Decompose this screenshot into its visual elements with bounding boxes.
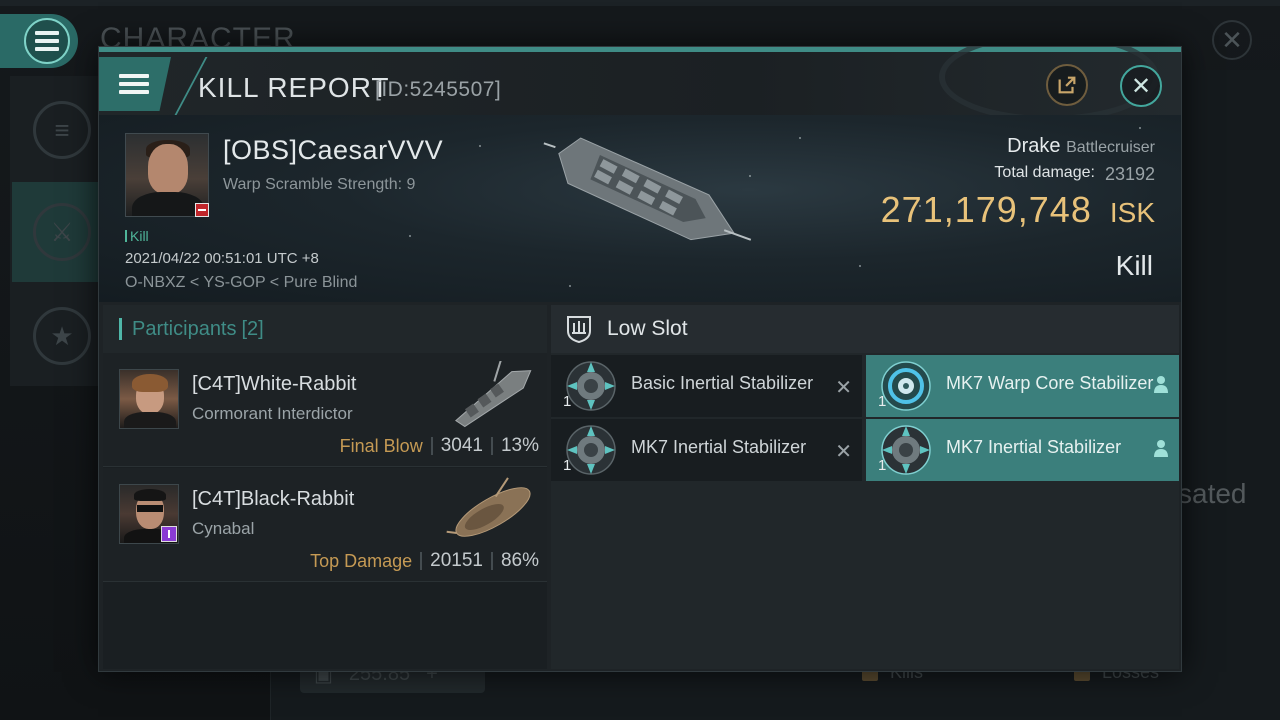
isk-unit: ISK bbox=[1109, 197, 1155, 228]
kill-report-window: KILL REPORT [ID:5245507] ✕ [OBS]CaesarVV… bbox=[98, 46, 1182, 672]
close-button[interactable]: ✕ bbox=[1120, 65, 1162, 107]
menu-icon bbox=[24, 18, 70, 64]
participant-ship: Cynabal bbox=[192, 519, 255, 538]
cormorant-ship-image[interactable] bbox=[443, 361, 543, 433]
low-slot-header: Low Slot bbox=[551, 305, 1179, 353]
participant-stats: Final Blow 3041 13% bbox=[340, 435, 539, 457]
module-name: MK7 Inertial Stabilizer bbox=[946, 437, 1122, 457]
isk-value: 271,179,748 ISK bbox=[881, 189, 1155, 231]
close-icon: ✕ bbox=[1221, 24, 1243, 55]
participant-row[interactable]: [C4T]Black-Rabbit Cynabal Top Damage 201… bbox=[103, 468, 547, 582]
victim-banner: [OBS]CaesarVVV Warp Scramble Strength: 9… bbox=[99, 115, 1181, 302]
participants-count: [2] bbox=[241, 317, 264, 340]
participant-damage: 20151 bbox=[430, 550, 483, 571]
low-slot-label: Low Slot bbox=[607, 317, 688, 340]
participants-header: Participants [2] bbox=[103, 305, 547, 353]
participant-stats: Top Damage 20151 86% bbox=[310, 550, 539, 572]
divider bbox=[420, 552, 423, 570]
crossed-swords-icon: ⚔ bbox=[33, 203, 91, 261]
window-title: KILL REPORT bbox=[198, 72, 390, 103]
participants-label: Participants bbox=[132, 317, 237, 340]
participant-name[interactable]: [C4T]White-Rabbit bbox=[192, 373, 357, 396]
participant-row[interactable]: [C4T]White-Rabbit Cormorant Interdictor … bbox=[103, 353, 547, 467]
report-id: [ID:5245507] bbox=[375, 78, 502, 101]
kill-result: Kill bbox=[1115, 250, 1153, 281]
kill-tag-label: Kill bbox=[130, 228, 149, 244]
module-quantity: 1 bbox=[878, 393, 887, 410]
inertial-stabilizer-icon bbox=[566, 425, 616, 475]
menu-icon bbox=[119, 74, 149, 94]
drake-ship-image[interactable] bbox=[529, 125, 759, 275]
standing-badge-icon bbox=[161, 526, 177, 542]
participant-portrait[interactable] bbox=[119, 369, 179, 429]
total-damage-label: Total damage: bbox=[994, 164, 1095, 181]
destroyed-icon: ✕ bbox=[835, 377, 852, 399]
warp-core-stabilizer-icon bbox=[881, 361, 931, 411]
ship-name: Drake bbox=[1007, 135, 1061, 157]
victim-ship[interactable]: Drake Battlecruiser bbox=[1007, 135, 1155, 158]
participant-damage: 3041 bbox=[440, 435, 483, 456]
isk-amount: 271,179,748 bbox=[880, 189, 1092, 230]
total-damage: Total damage: 23192 bbox=[994, 164, 1155, 185]
module-quantity: 1 bbox=[563, 393, 572, 410]
kill-tag: Kill bbox=[125, 228, 149, 244]
participants-header-marker bbox=[119, 318, 122, 340]
module-slot[interactable]: 1 MK7 Inertial Stabilizer ✕ bbox=[551, 419, 862, 481]
module-name: Basic Inertial Stabilizer bbox=[631, 373, 814, 393]
cynabal-ship-image[interactable] bbox=[443, 476, 543, 548]
module-slot[interactable]: 1 MK7 Inertial Stabilizer bbox=[866, 419, 1179, 481]
share-button[interactable] bbox=[1046, 64, 1088, 106]
list-icon: ≡ bbox=[33, 101, 91, 159]
module-slot[interactable]: 1 Basic Inertial Stabilizer ✕ bbox=[551, 355, 862, 417]
destroyed-icon: ✕ bbox=[835, 441, 852, 463]
warp-scramble-strength: Warp Scramble Strength: 9 bbox=[223, 176, 416, 193]
background-partial-text: sated bbox=[1178, 478, 1247, 509]
star-icon: ★ bbox=[33, 307, 91, 365]
divider bbox=[430, 437, 433, 455]
person-icon bbox=[1154, 440, 1168, 457]
window-header: KILL REPORT [ID:5245507] ✕ bbox=[99, 47, 1181, 122]
person-icon bbox=[1154, 376, 1168, 393]
module-quantity: 1 bbox=[878, 457, 887, 474]
module-name: MK7 Inertial Stabilizer bbox=[631, 437, 807, 457]
external-link-icon bbox=[1058, 76, 1076, 94]
divider bbox=[490, 552, 493, 570]
background-top-bar bbox=[0, 0, 1280, 6]
inertial-stabilizer-icon bbox=[566, 361, 616, 411]
ship-class: Battlecruiser bbox=[1066, 139, 1155, 156]
module-quantity: 1 bbox=[563, 457, 572, 474]
participant-role: Final Blow bbox=[339, 435, 423, 456]
participant-percent: 86% bbox=[500, 550, 539, 571]
low-slot-panel: Low Slot 1 Basic Inertial Stabilizer ✕ 1… bbox=[551, 305, 1179, 669]
standing-badge-icon bbox=[195, 203, 209, 217]
close-icon: ✕ bbox=[1130, 72, 1152, 100]
kill-location[interactable]: O-NBXZ < YS-GOP < Pure Blind bbox=[125, 274, 357, 292]
participant-name[interactable]: [C4T]Black-Rabbit bbox=[192, 488, 354, 511]
participant-percent: 13% bbox=[500, 435, 539, 456]
module-name: MK7 Warp Core Stabilizer bbox=[946, 373, 1154, 393]
participant-role: Top Damage bbox=[310, 550, 413, 571]
victim-name[interactable]: [OBS]CaesarVVV bbox=[223, 135, 443, 166]
background-sidebar-item-medals[interactable]: ★ bbox=[12, 286, 112, 386]
inertial-stabilizer-icon bbox=[881, 425, 931, 475]
total-damage-value: 23192 bbox=[1104, 164, 1155, 184]
background-sidebar-item-combat[interactable]: ⚔ bbox=[12, 182, 112, 282]
participant-ship: Cormorant Interdictor bbox=[192, 404, 353, 423]
app-root: CHARACTER ✕ ≡ ⚔ ★ sated ▣ 255.85 + Kills… bbox=[0, 0, 1280, 720]
divider bbox=[490, 437, 493, 455]
background-sidebar-item-menu[interactable]: ≡ bbox=[12, 80, 112, 180]
low-slot-icon bbox=[567, 316, 591, 344]
kill-timestamp: 2021/04/22 00:51:01 UTC +8 bbox=[125, 250, 319, 267]
module-slot[interactable]: 1 MK7 Warp Core Stabilizer bbox=[866, 355, 1179, 417]
kill-tag-marker bbox=[125, 230, 127, 242]
background-menu-button[interactable] bbox=[0, 14, 78, 68]
participants-panel: Participants [2] [C4T]White-Rabbit Cormo… bbox=[103, 305, 547, 669]
background-close-button[interactable]: ✕ bbox=[1212, 20, 1252, 60]
